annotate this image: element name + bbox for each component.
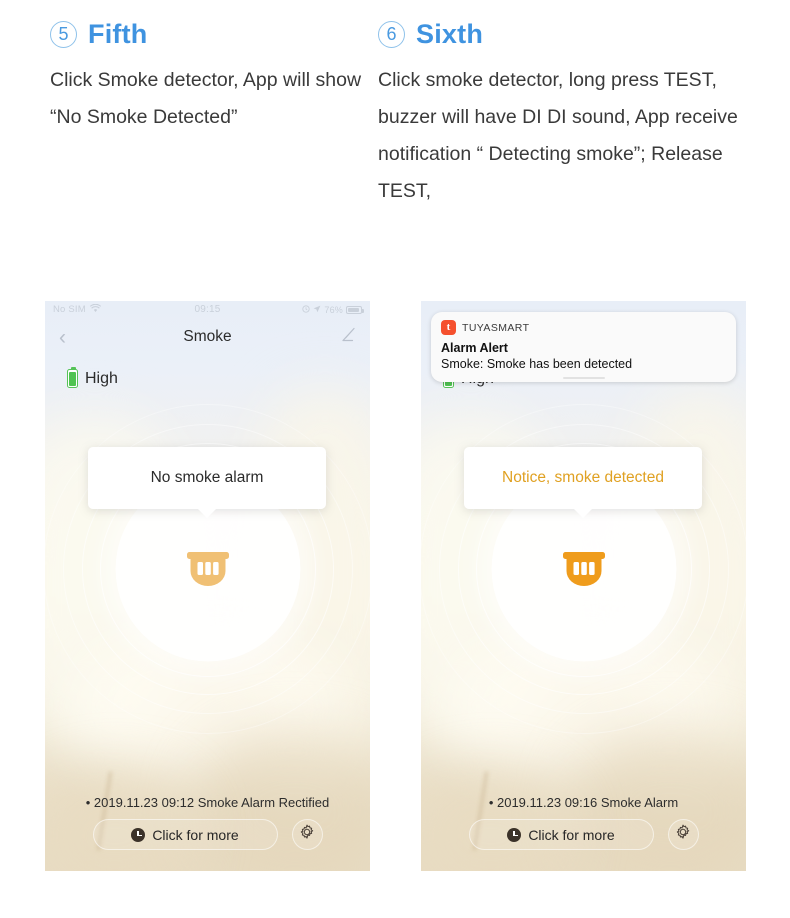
gear-icon xyxy=(675,824,691,845)
clock-icon xyxy=(131,827,146,842)
status-tooltip: Notice, smoke detected xyxy=(464,447,702,518)
tuya-logo-icon: t xyxy=(441,320,456,335)
alarm-log-line: • 2019.11.23 09:16 Smoke Alarm xyxy=(488,795,679,810)
battery-icon xyxy=(346,305,364,314)
phone-screenshots: No SIM 09:15 76% ‹ Smoke High No smoke a… xyxy=(0,301,790,918)
click-for-more-label: Click for more xyxy=(528,826,615,843)
bottom-controls: Click for more xyxy=(45,819,370,850)
click-for-more-label: Click for more xyxy=(152,826,239,843)
clock-icon xyxy=(507,827,522,842)
alarm-log-line: • 2019.11.23 09:12 Smoke Alarm Rectified xyxy=(85,795,330,810)
notification-body: Smoke: Smoke has been detected xyxy=(441,357,633,371)
step-body-text: Click smoke detector, long press TEST, b… xyxy=(378,69,738,202)
step-body-text: Click Smoke detector, App will show “No … xyxy=(50,69,362,128)
gear-icon xyxy=(299,824,315,845)
app-nav-bar: ‹ Smoke xyxy=(45,318,370,356)
notification-title: Alarm Alert xyxy=(441,341,508,355)
battery-level-icon xyxy=(67,366,78,388)
notification-app-name: TUYASMART xyxy=(462,321,530,334)
battery-level-row: High xyxy=(67,366,118,388)
step-heading-sixth: 6 Sixth xyxy=(378,0,778,49)
status-time: 09:15 xyxy=(194,304,221,315)
notification-header: t TUYASMART xyxy=(441,320,726,335)
status-tooltip: No smoke alarm xyxy=(88,447,326,518)
battery-level-label: High xyxy=(85,369,118,387)
page-title: Smoke xyxy=(183,328,232,345)
step-number-badge: 6 xyxy=(378,20,405,48)
notification-grip-handle[interactable] xyxy=(562,377,605,379)
push-notification-banner[interactable]: t TUYASMART Alarm Alert Smoke: Smoke has… xyxy=(431,312,736,382)
click-for-more-button[interactable]: Click for more xyxy=(92,819,278,850)
step-title: Sixth xyxy=(416,18,484,49)
step-number-badge: 5 xyxy=(50,20,77,48)
step-column-sixth: 6 Sixth Click smoke detector, long press… xyxy=(378,0,790,210)
smoke-detector-icon[interactable] xyxy=(185,548,231,590)
step-column-fifth: 5 Fifth Click Smoke detector, App will s… xyxy=(0,0,395,210)
ios-status-bar: No SIM 09:15 76% xyxy=(45,301,370,318)
instruction-columns: 5 Fifth Click Smoke detector, App will s… xyxy=(0,0,790,210)
smoke-detector-icon[interactable] xyxy=(561,548,607,590)
phone-screenshot-left: No SIM 09:15 76% ‹ Smoke High No smoke a… xyxy=(45,301,370,871)
status-tooltip-text: Notice, smoke detected xyxy=(502,469,664,486)
bottom-controls: Click for more xyxy=(421,819,746,850)
settings-button[interactable] xyxy=(667,819,699,850)
page-root: 5 Fifth Click Smoke detector, App will s… xyxy=(0,0,790,918)
step-title: Fifth xyxy=(88,18,148,49)
phone-screenshot-right: t TUYASMART Alarm Alert Smoke: Smoke has… xyxy=(421,301,746,871)
click-for-more-button[interactable]: Click for more xyxy=(468,819,654,850)
step-heading-fifth: 5 Fifth xyxy=(50,0,380,49)
settings-button[interactable] xyxy=(291,819,323,850)
status-tooltip-text: No smoke alarm xyxy=(150,469,264,486)
